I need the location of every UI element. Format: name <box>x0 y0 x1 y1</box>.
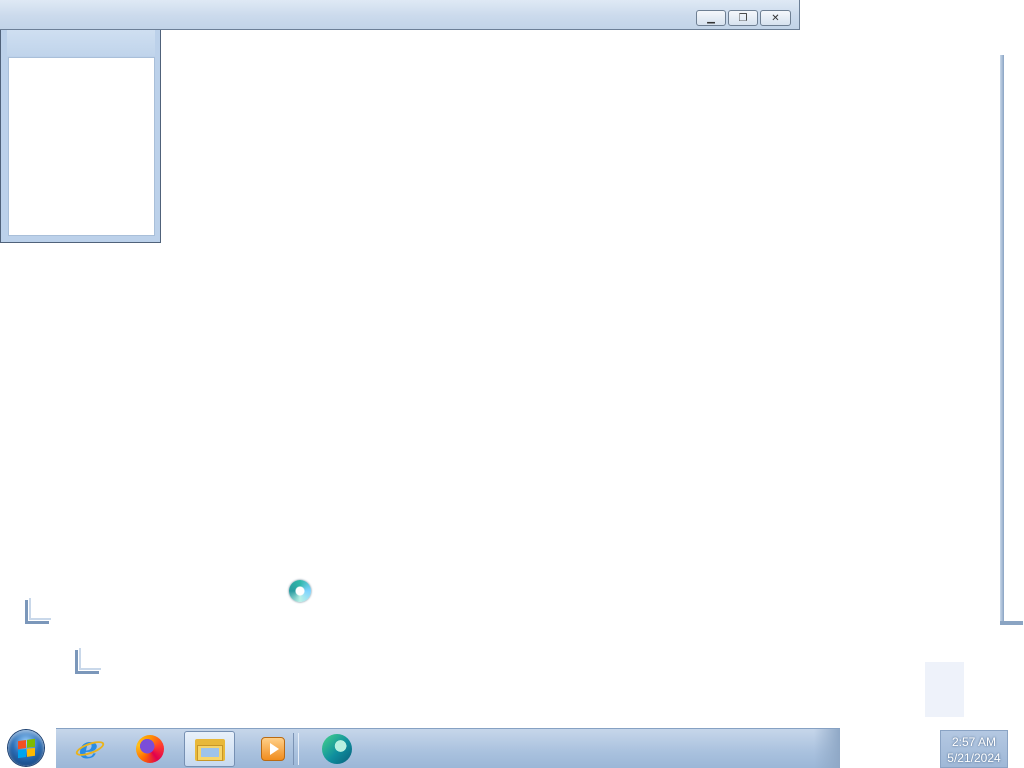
edge-foot <box>1000 621 1023 625</box>
close-button[interactable]: ✕ <box>760 10 791 26</box>
taskbar-strip-end <box>814 729 840 768</box>
taskbar-edge[interactable] <box>313 731 361 767</box>
right-window-edge[interactable] <box>1000 55 1023 625</box>
side-panel-body[interactable] <box>8 57 155 236</box>
taskbar-internet-explorer[interactable]: e <box>66 731 114 767</box>
firefox-icon <box>136 735 164 763</box>
window-controls: ▁ ❐ ✕ <box>696 10 791 26</box>
ghost-window-fragment <box>925 662 964 717</box>
edge-line <box>1000 55 1004 625</box>
window-title-bar[interactable]: ▁ ❐ ✕ <box>0 0 800 30</box>
taskbar-file-explorer[interactable] <box>184 731 235 767</box>
taskbar-firefox[interactable] <box>126 731 174 767</box>
restore-button[interactable]: ❐ <box>728 10 758 26</box>
clock-date: 5/21/2024 <box>947 751 1001 765</box>
window-corner-marker <box>75 648 101 674</box>
window-corner-marker <box>25 598 51 624</box>
clock-time: 2:57 AM <box>951 735 997 749</box>
start-button[interactable] <box>6 730 46 766</box>
internet-explorer-icon: e <box>74 734 106 764</box>
minimize-button[interactable]: ▁ <box>696 10 726 26</box>
system-tray-clock[interactable]: 2:57 AM 5/21/2024 <box>940 730 1008 768</box>
file-explorer-icon <box>194 736 225 762</box>
taskbar-app-strip: e <box>56 728 840 768</box>
side-panel-header[interactable] <box>7 30 155 56</box>
taskbar-media-player[interactable] <box>249 731 297 767</box>
busy-cursor-icon <box>289 580 311 602</box>
media-player-icon <box>261 737 285 761</box>
windows-logo-icon <box>8 730 44 766</box>
side-panel-window <box>0 30 161 243</box>
edge-icon <box>322 734 352 764</box>
